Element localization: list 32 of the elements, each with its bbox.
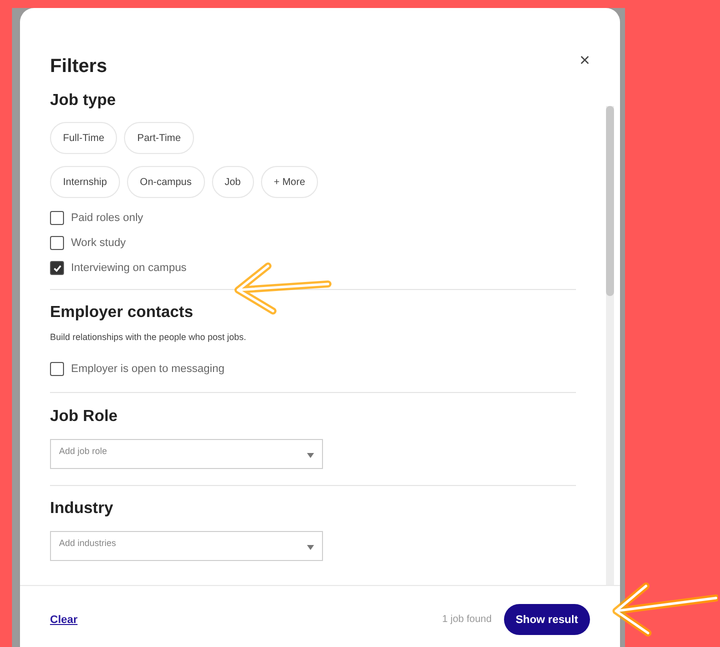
industry-dropdown[interactable]: Add industries <box>50 531 323 561</box>
checkbox-label: Work study <box>71 237 126 249</box>
checkbox-label: Employer is open to messaging <box>71 363 224 375</box>
checkbox-label: Paid roles only <box>71 212 144 224</box>
caret-icon <box>307 453 314 458</box>
job-role-dropdown[interactable]: Add job role <box>50 439 323 469</box>
section-description: Build relationships with the people who post jobs. <box>50 332 248 342</box>
caret-icon <box>307 545 314 550</box>
checkbox[interactable] <box>50 261 64 275</box>
check-icon <box>52 264 62 272</box>
filter-chip[interactable]: Part-Time <box>124 122 194 154</box>
section-title: Job type <box>50 92 117 110</box>
result-count: 1 job found <box>442 614 492 625</box>
checkbox[interactable] <box>50 211 64 225</box>
section-title: Job Role <box>50 408 119 426</box>
filter-chip[interactable]: Full-Time <box>50 122 118 154</box>
checkbox[interactable] <box>50 236 64 250</box>
placeholder-text: Add industries <box>59 538 116 548</box>
clear-link[interactable]: Clear <box>50 614 78 626</box>
filter-chip[interactable]: On-campus <box>126 166 205 198</box>
checkbox[interactable] <box>50 362 64 376</box>
checkbox-label: Interviewing on campus <box>71 262 187 274</box>
placeholder-text: Add job role <box>59 446 108 456</box>
filter-chip[interactable]: Internship <box>50 166 120 198</box>
section-title: Employer contacts <box>50 304 194 322</box>
section-title: Industry <box>50 500 114 518</box>
scrollbar[interactable] <box>606 106 614 585</box>
filter-chip[interactable]: Job <box>212 166 254 198</box>
show-result-button[interactable]: Show result <box>504 604 590 635</box>
filter-chip[interactable]: + More <box>260 166 318 198</box>
dialog-title: Filters <box>50 56 108 78</box>
close-button[interactable]: × <box>579 50 590 70</box>
